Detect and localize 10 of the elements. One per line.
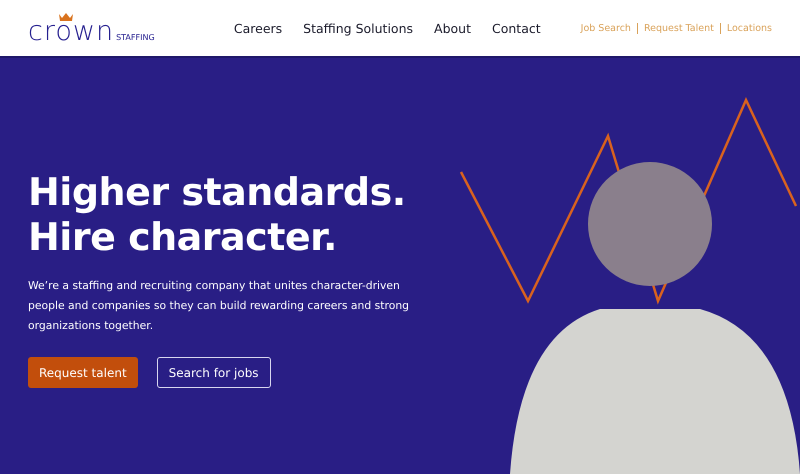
search-jobs-button[interactable]: Search for jobs — [156, 357, 271, 388]
nav-link[interactable]: Careers — [234, 20, 282, 36]
request-talent-button[interactable]: Request talent — [28, 357, 138, 388]
nav-link[interactable]: Contact — [492, 20, 541, 36]
nav-link[interactable]: About — [434, 20, 471, 36]
hero-headline: Higher standards. Hire character. — [28, 170, 407, 260]
nav-link[interactable]: Staffing Solutions — [303, 20, 414, 36]
crown-icon — [58, 12, 74, 22]
logo[interactable]: crown STAFFING — [28, 12, 155, 44]
hero-description: We’re a staffing and recruiting company that unites character-driven people and companies so they can build rewarding careers and strong organizations together. — [28, 278, 410, 334]
